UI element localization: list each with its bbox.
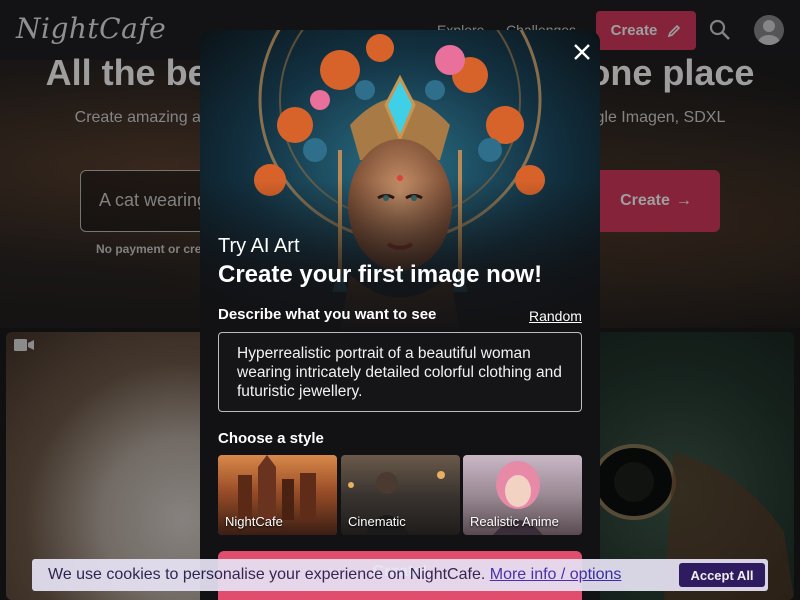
cookie-message: We use cookies to personalise your exper…	[48, 566, 486, 583]
style-label: Choose a style	[218, 430, 324, 447]
style-option-nightcafe[interactable]: NightCafe	[218, 455, 337, 535]
style-name: Realistic Anime	[470, 514, 559, 529]
cookie-text-container: We use cookies to personalise your exper…	[48, 566, 621, 584]
describe-label: Describe what you want to see	[218, 306, 437, 323]
modal-kicker: Try AI Art	[218, 235, 300, 257]
style-option-realistic-anime[interactable]: Realistic Anime	[463, 455, 582, 535]
close-icon	[574, 44, 590, 60]
cookie-banner: We use cookies to personalise your exper…	[32, 559, 768, 591]
style-name: Cinematic	[348, 514, 406, 529]
cookie-more-info-link[interactable]: More info / options	[490, 566, 622, 583]
prompt-textarea[interactable]: Hyperrealistic portrait of a beautiful w…	[218, 332, 582, 412]
random-prompt-link[interactable]: Random	[529, 308, 582, 324]
close-modal-button[interactable]	[568, 38, 596, 66]
style-option-cinematic[interactable]: Cinematic	[341, 455, 460, 535]
style-name: NightCafe	[225, 514, 283, 529]
try-ai-art-modal: Try AI Art Create your first image now! …	[200, 30, 600, 600]
modal-title: Create your first image now!	[218, 261, 543, 288]
cookie-accept-button[interactable]: Accept All	[679, 563, 765, 587]
